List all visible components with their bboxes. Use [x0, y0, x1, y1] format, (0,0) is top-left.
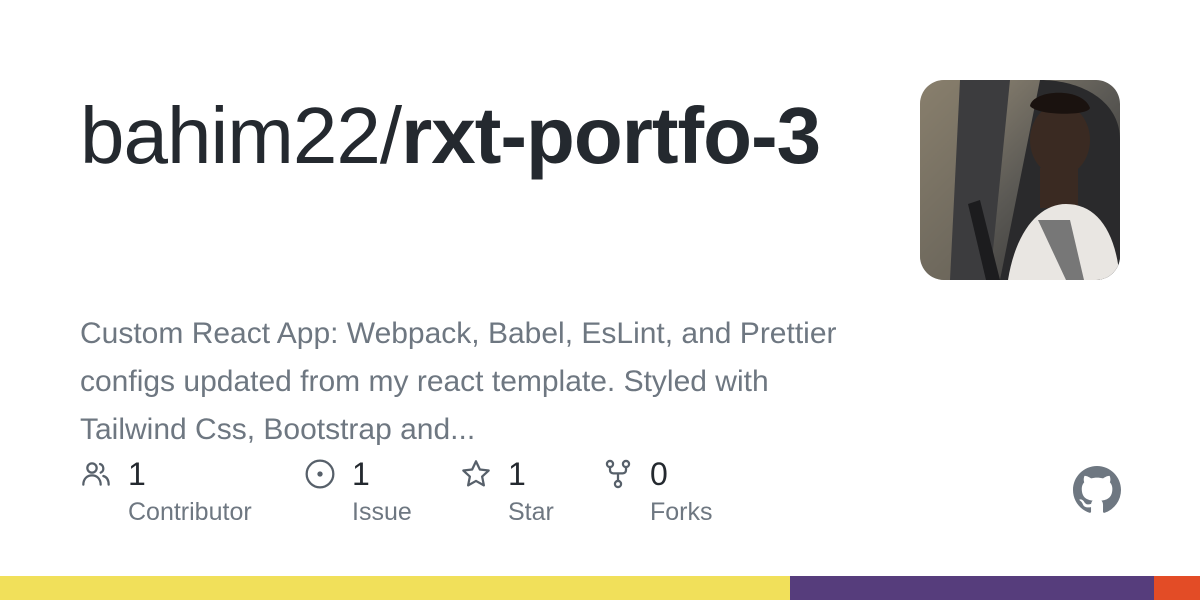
stat-contributors[interactable]: 1 Contributor — [80, 452, 252, 527]
language-bar-segment — [1154, 576, 1200, 600]
stars-label: Star — [508, 498, 554, 526]
repo-description: Custom React App: Webpack, Babel, EsLint… — [80, 317, 837, 446]
issues-count: 1 — [352, 455, 370, 492]
forks-label: Forks — [650, 498, 713, 526]
repo-owner[interactable]: bahim22/ — [80, 91, 402, 180]
github-logo-icon[interactable] — [1073, 466, 1121, 514]
star-icon — [462, 460, 490, 487]
people-icon — [82, 462, 110, 486]
stars-count: 1 — [508, 455, 526, 492]
repo-forked-icon — [605, 459, 631, 489]
language-bar-segment — [0, 576, 790, 600]
repo-title: bahim22/rxt-portfo-3 — [80, 88, 880, 184]
stat-stars[interactable]: 1 Star — [460, 452, 554, 527]
avatar-image — [920, 80, 1120, 280]
repo-name[interactable]: rxt-portfo-3 — [401, 91, 821, 180]
issue-opened-icon — [305, 459, 335, 489]
repo-social-card: bahim22/rxt-portfo-3 Custom React App: W… — [0, 0, 1200, 600]
contributors-label: Contributor — [128, 498, 252, 526]
stat-forks[interactable]: 0 Forks — [602, 452, 713, 527]
language-bar — [0, 576, 1200, 600]
stat-issues[interactable]: 1 Issue — [304, 452, 412, 527]
forks-count: 0 — [650, 455, 668, 492]
avatar[interactable] — [920, 80, 1120, 280]
contributors-count: 1 — [128, 455, 146, 492]
language-bar-segment — [789, 576, 1155, 600]
issues-label: Issue — [352, 498, 412, 526]
